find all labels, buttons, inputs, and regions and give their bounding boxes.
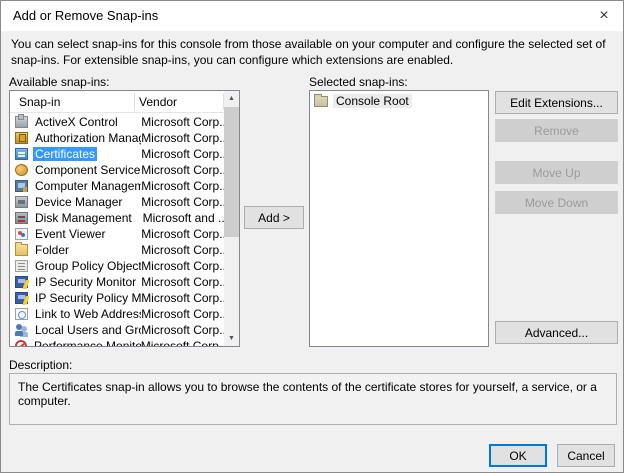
snapin-name: Authorization Manager: [33, 131, 141, 145]
description-label: Description:: [9, 358, 72, 372]
window-title: Add or Remove Snap-ins: [13, 8, 158, 23]
column-header-snapin[interactable]: Snap-in: [19, 95, 60, 109]
move-down-button: Move Down: [495, 191, 618, 214]
available-snapins-list: Snap-in Vendor ActiveX Control Microsoft …: [9, 90, 240, 347]
cancel-button[interactable]: Cancel: [557, 444, 615, 467]
scrollbar-thumb[interactable]: [224, 107, 239, 237]
selected-snapins-list: Console Root: [309, 90, 489, 347]
list-item-ip-security-monitor[interactable]: IP Security MonitorMicrosoft Corp...: [10, 274, 224, 290]
column-header-vendor[interactable]: Vendor: [139, 95, 177, 109]
link-web-address-icon: [15, 308, 28, 320]
group-policy-icon: [15, 260, 28, 272]
snapin-vendor: Microsoft Corp...: [141, 195, 224, 209]
list-item-activex-control[interactable]: ActiveX Control Microsoft Corp...: [10, 114, 224, 130]
performance-monitor-icon: [15, 340, 27, 346]
description-text: The Certificates snap-in allows you to b…: [9, 373, 617, 425]
list-item-device-manager[interactable]: Device Manager Microsoft Corp...: [10, 194, 224, 210]
snapin-vendor: Microsoft Corp...: [141, 179, 224, 193]
list-item-link-to-web-address[interactable]: Link to Web AddressMicrosoft Corp...: [10, 306, 224, 322]
snapin-name: ActiveX Control: [33, 115, 120, 129]
snapin-vendor: Microsoft Corp...: [141, 291, 224, 305]
device-manager-icon: [15, 196, 28, 208]
console-root-label: Console Root: [333, 94, 412, 108]
add-button[interactable]: Add >: [244, 206, 304, 229]
snapin-vendor: Microsoft Corp...: [141, 115, 224, 129]
activex-control-icon: [15, 116, 28, 128]
snapin-vendor: Microsoft and ...: [143, 211, 224, 225]
list-item-disk-management[interactable]: Disk Management Microsoft and ...: [10, 210, 224, 226]
list-item-performance-monitor[interactable]: Performance MonitorMicrosoft Corp...: [10, 338, 224, 346]
ip-security-policy-icon: [15, 292, 28, 304]
snapin-vendor: Microsoft Corp...: [141, 275, 224, 289]
ok-button[interactable]: OK: [489, 444, 547, 467]
console-root-folder-icon: [314, 96, 328, 107]
snapin-name: Event Viewer: [33, 227, 107, 241]
snapin-name: Local Users and Gro...: [33, 323, 141, 337]
snapin-name: Group Policy Object ...: [33, 259, 141, 273]
title-bar: Add or Remove Snap-ins ×: [1, 1, 623, 31]
event-viewer-icon: [15, 228, 28, 240]
list-item-component-services[interactable]: Component ServicesMicrosoft Corp...: [10, 162, 224, 178]
local-users-groups-icon: [15, 324, 28, 336]
intro-text: You can select snap-ins for this console…: [11, 36, 617, 68]
snapin-vendor: Microsoft Corp...: [141, 147, 224, 161]
snapin-name: Device Manager: [33, 195, 124, 209]
snapin-name: Disk Management: [33, 211, 134, 225]
snapin-vendor: Microsoft Corp...: [141, 307, 224, 321]
snapin-vendor: Microsoft Corp...: [141, 339, 224, 346]
available-snapins-label: Available snap-ins:: [9, 75, 110, 89]
authorization-manager-icon: [15, 132, 28, 144]
folder-icon: [15, 244, 28, 256]
computer-management-icon: [15, 180, 28, 192]
list-item-authorization-manager[interactable]: Authorization ManagerMicrosoft Corp...: [10, 130, 224, 146]
snapin-vendor: Microsoft Corp...: [141, 259, 224, 273]
snapin-name: Performance Monitor: [32, 339, 141, 346]
selected-snapins-label: Selected snap-ins:: [309, 75, 408, 89]
list-rows: ActiveX Control Microsoft Corp... Authori…: [10, 114, 224, 346]
remove-button: Remove: [495, 119, 618, 142]
snapin-name: Link to Web Address: [33, 307, 141, 321]
ip-security-monitor-icon: [15, 276, 28, 288]
certificates-icon: [15, 148, 28, 160]
snapin-name: Certificates: [33, 147, 97, 161]
list-item-folder[interactable]: Folder Microsoft Corp...: [10, 242, 224, 258]
snapin-vendor: Microsoft Corp...: [141, 227, 224, 241]
snapin-vendor: Microsoft Corp...: [141, 243, 224, 257]
move-up-button: Move Up: [495, 161, 618, 184]
list-item-event-viewer[interactable]: Event Viewer Microsoft Corp...: [10, 226, 224, 242]
disk-management-icon: [15, 212, 28, 224]
list-item-computer-management[interactable]: Computer Managem...Microsoft Corp...: [10, 178, 224, 194]
vertical-scrollbar[interactable]: ▲ ▼: [224, 91, 239, 346]
scroll-down-icon[interactable]: ▼: [224, 331, 239, 346]
close-icon[interactable]: ×: [591, 4, 617, 28]
snapin-vendor: Microsoft Corp...: [141, 131, 224, 145]
list-header: Snap-in Vendor: [10, 91, 224, 113]
snapin-name: Component Services: [33, 163, 141, 177]
list-item-console-root[interactable]: Console Root: [310, 91, 488, 109]
scroll-up-icon[interactable]: ▲: [224, 91, 239, 106]
list-item-local-users-groups[interactable]: Local Users and Gro...Microsoft Corp...: [10, 322, 224, 338]
component-services-icon: [15, 164, 28, 176]
column-divider: [134, 93, 135, 110]
add-remove-snapins-dialog: Add or Remove Snap-ins × You can select …: [0, 0, 624, 473]
snapin-name: Computer Managem...: [33, 179, 141, 193]
list-item-ip-security-policy[interactable]: IP Security Policy Ma...Microsoft Corp..…: [10, 290, 224, 306]
snapin-name: Folder: [33, 243, 71, 257]
list-item-group-policy-object[interactable]: Group Policy Object ...Microsoft Corp...: [10, 258, 224, 274]
edit-extensions-button[interactable]: Edit Extensions...: [495, 91, 618, 114]
snapin-vendor: Microsoft Corp...: [141, 323, 224, 337]
snapin-name: IP Security Monitor: [33, 275, 138, 289]
advanced-button[interactable]: Advanced...: [495, 321, 618, 344]
snapin-name: IP Security Policy Ma...: [33, 291, 141, 305]
snapin-vendor: Microsoft Corp...: [141, 163, 224, 177]
list-item-certificates-selected[interactable]: Certificates Microsoft Corp...: [10, 146, 224, 162]
